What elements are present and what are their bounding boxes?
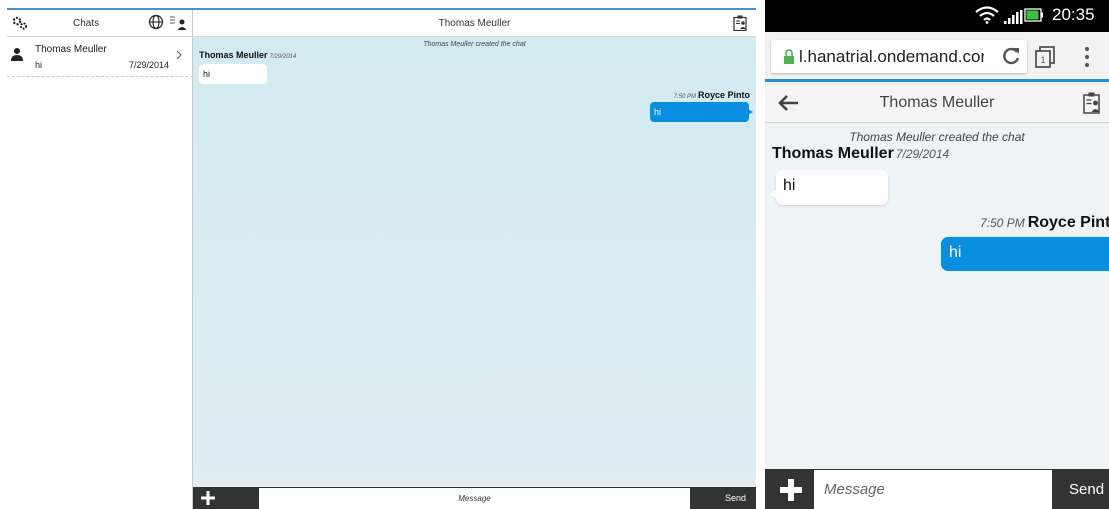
- lock-icon: [784, 49, 794, 64]
- conversation-title: Thomas Meuller: [438, 18, 511, 29]
- screenshot-stage: Chats Thomas Meuller hi 7/29/2014 Thomas…: [0, 0, 1109, 509]
- address-bar[interactable]: l.hanatrial.ondemand.com/r: [771, 40, 1027, 73]
- outgoing-time: 7:50 PM: [980, 216, 1025, 230]
- incoming-message-bubble: hi: [199, 64, 267, 84]
- chat-item-name: Thomas Meuller: [35, 44, 107, 55]
- message-input[interactable]: Message: [259, 488, 690, 509]
- send-button[interactable]: Send: [725, 493, 746, 503]
- chat-created-note: Thomas Meuller created the chat: [849, 130, 1025, 144]
- outgoing-time: 7:50 PM: [673, 94, 696, 100]
- composer-bar: Message Send: [765, 469, 1109, 509]
- plus-icon[interactable]: [201, 490, 215, 506]
- mobile-conversation: Thomas Meuller created the chat Thomas M…: [765, 124, 1109, 469]
- chat-item-last-message: hi: [35, 60, 43, 70]
- chat-created-note: Thomas Meuller created the chat: [423, 41, 526, 48]
- clipboard-icon[interactable]: [733, 15, 747, 31]
- outgoing-sender: 7:50 PMRoyce Pinto: [980, 214, 1109, 232]
- conversation-pane: Thomas Meuller Thomas Meuller created th…: [193, 10, 756, 509]
- signal-icon: [1004, 10, 1023, 24]
- contacts-icon[interactable]: [169, 14, 189, 32]
- globe-icon[interactable]: [148, 14, 164, 30]
- send-button[interactable]: Send: [1069, 481, 1104, 498]
- svg-text:1: 1: [1040, 55, 1045, 65]
- clipboard-icon[interactable]: [1083, 92, 1101, 114]
- outgoing-sender-name: Royce Pinto: [697, 90, 750, 100]
- chat-list-item[interactable]: Thomas Meuller hi 7/29/2014: [7, 41, 193, 77]
- wifi-icon: [975, 6, 999, 24]
- incoming-date: 7/29/2014: [269, 54, 297, 60]
- mobile-app: 20:35 l.hanatrial.ondemand.com/r 1: [765, 0, 1109, 509]
- chat-item-date: 7/29/2014: [129, 60, 170, 70]
- status-time: 20:35: [1052, 5, 1095, 24]
- outgoing-sender: 7:50 PMRoyce Pinto: [674, 90, 750, 100]
- incoming-sender-name: Thomas Meuller: [772, 145, 894, 162]
- outgoing-sender-name: Royce Pinto: [1027, 214, 1109, 231]
- tabs-icon[interactable]: 1: [1035, 46, 1055, 68]
- chevron-right-icon: [176, 50, 182, 60]
- conversation-nav-bar: Thomas Meuller: [765, 85, 1109, 123]
- message-input[interactable]: Message: [814, 470, 1052, 509]
- desktop-app: Chats Thomas Meuller hi 7/29/2014 Thomas…: [7, 8, 756, 509]
- battery-icon: [1024, 8, 1043, 22]
- incoming-message-bubble: hi: [770, 170, 888, 205]
- url-text[interactable]: l.hanatrial.ondemand.com/r: [799, 47, 984, 67]
- composer-bar: Message Send: [193, 487, 756, 509]
- conversation-header: Thomas Meuller: [193, 10, 756, 37]
- incoming-sender: Thomas Meuller 7/29/2014: [199, 50, 296, 60]
- plus-icon[interactable]: [780, 479, 802, 501]
- reload-icon[interactable]: [1001, 46, 1021, 66]
- chat-list-pane: Chats Thomas Meuller hi 7/29/2014: [7, 10, 193, 509]
- chat-list-header: Chats: [7, 10, 193, 37]
- gear-icon[interactable]: [11, 14, 29, 32]
- menu-icon[interactable]: [1083, 46, 1091, 68]
- outgoing-message-bubble: hi: [941, 237, 1109, 271]
- incoming-sender-name: Thomas Meuller: [199, 50, 268, 60]
- person-icon: [11, 48, 23, 61]
- chat-list-title: Chats: [73, 18, 100, 29]
- mobile-conversation-title: Thomas Meuller: [879, 94, 995, 111]
- browser-toolbar: l.hanatrial.ondemand.com/r 1: [765, 32, 1109, 82]
- status-bar: 20:35: [765, 0, 1109, 32]
- outgoing-message-bubble: hi: [650, 102, 753, 122]
- incoming-sender: Thomas Meuller 7/29/2014: [772, 145, 949, 163]
- incoming-date: 7/29/2014: [895, 147, 950, 161]
